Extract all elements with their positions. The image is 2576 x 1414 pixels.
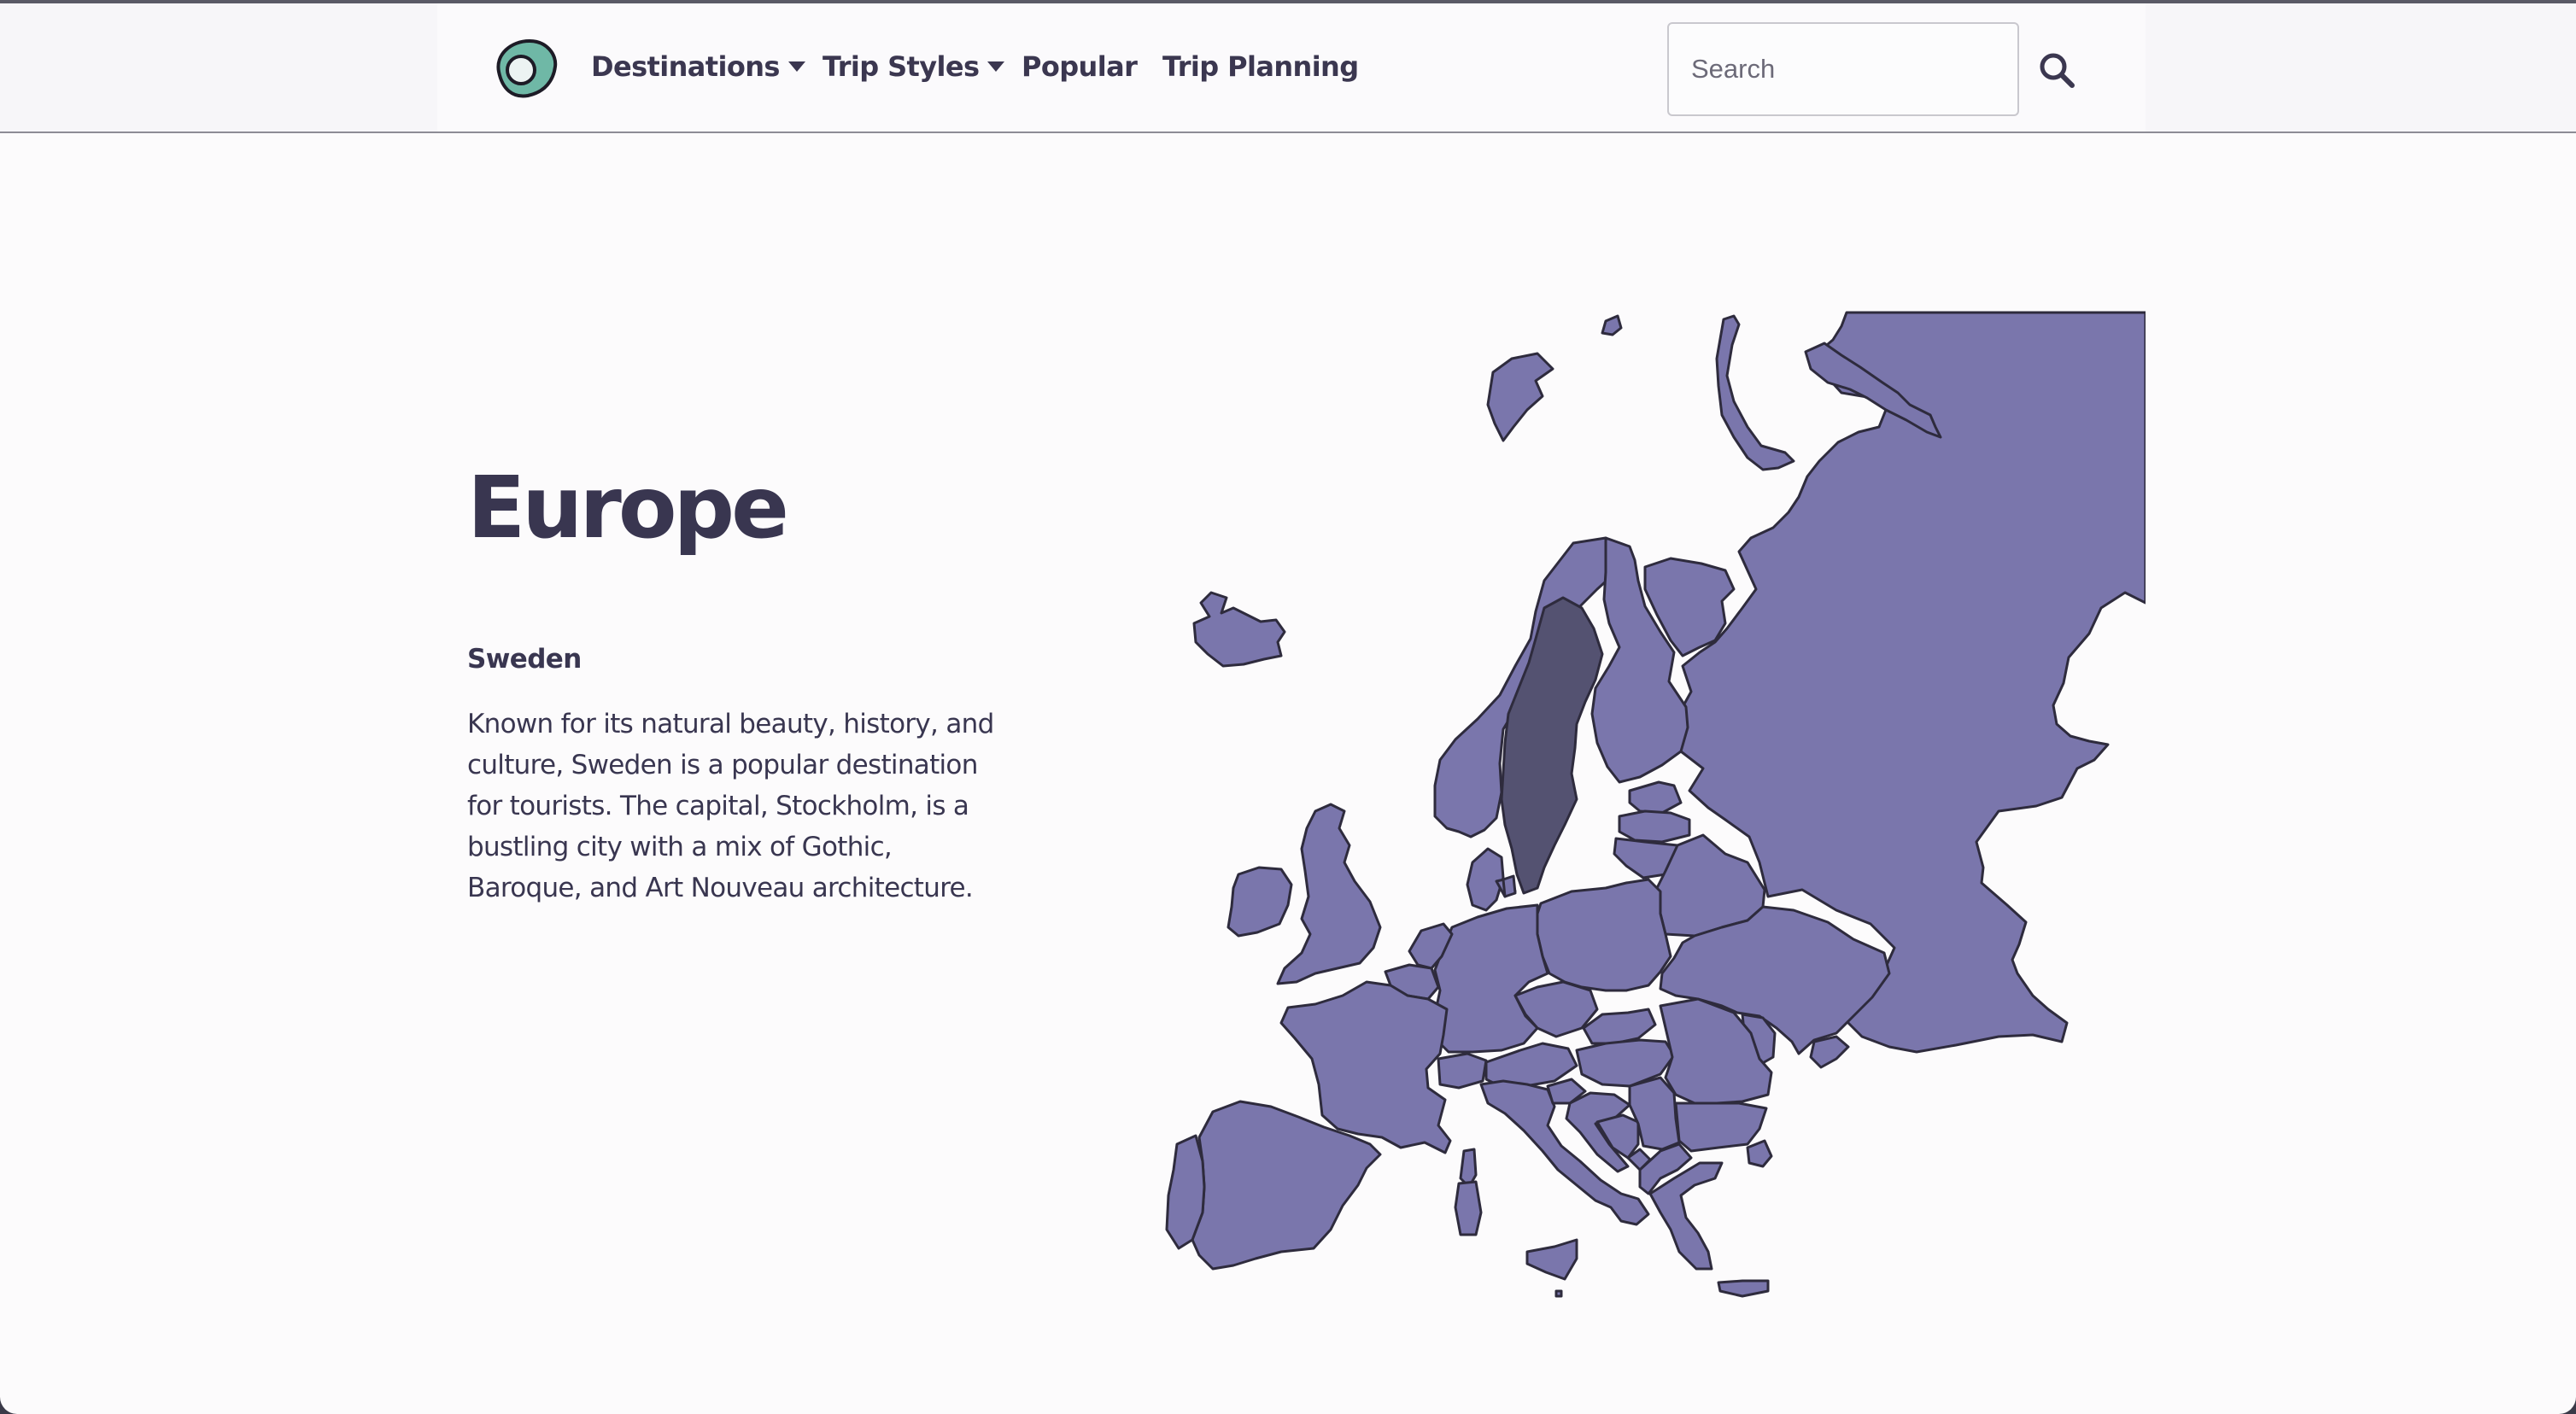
nav-trip-planning[interactable]: Trip Planning [1162, 50, 1359, 84]
map-region-sicily[interactable] [1525, 1238, 1578, 1281]
nav-trip-styles-label: Trip Styles [823, 50, 980, 83]
top-navbar: Destinations Trip Styles Popular Trip Pl… [0, 3, 2576, 133]
nav-destinations[interactable]: Destinations [591, 50, 805, 84]
map-region-ireland[interactable] [1227, 866, 1293, 938]
country-name: Sweden [467, 644, 582, 675]
map-region-great-britain[interactable] [1276, 803, 1382, 985]
map-region-latvia[interactable] [1618, 809, 1691, 844]
browser-viewport: Destinations Trip Styles Popular Trip Pl… [0, 0, 2576, 1414]
nav-popular[interactable]: Popular [1022, 50, 1138, 84]
page-title: Europe [467, 458, 789, 558]
map-region-denmark[interactable] [1466, 847, 1505, 912]
nav-destinations-label: Destinations [591, 50, 780, 83]
search-icon[interactable] [2036, 50, 2077, 91]
map-region-crimea[interactable] [1809, 1035, 1850, 1069]
map-region-sardinia[interactable] [1454, 1180, 1483, 1236]
country-description: Known for its natural beauty, history, a… [467, 709, 994, 903]
map-region-estonia[interactable] [1628, 780, 1683, 815]
map-region-bulgaria[interactable] [1674, 1101, 1768, 1153]
map-region-poland[interactable] [1534, 878, 1672, 992]
europe-map[interactable] [1153, 307, 2146, 1306]
nav-trip-styles[interactable]: Trip Styles [823, 50, 1005, 84]
map-region-switzerland[interactable] [1437, 1052, 1488, 1090]
map-region-malta[interactable] [1554, 1289, 1563, 1298]
chevron-down-icon [987, 61, 1005, 72]
map-region-gotland[interactable] [1502, 874, 1517, 898]
map-region-svalbard[interactable] [1601, 314, 1623, 336]
map-region-sweden[interactable] [1500, 596, 1604, 895]
search-input[interactable] [1667, 22, 2019, 116]
eye-logo-icon[interactable] [492, 38, 559, 99]
map-region-iceland[interactable] [1192, 591, 1286, 668]
map-region-turkey-edge[interactable] [1746, 1139, 1773, 1168]
map-region-germany[interactable] [1433, 903, 1549, 1054]
map-region-crete[interactable] [1717, 1279, 1770, 1298]
map-region-svalbard-2[interactable] [1486, 352, 1554, 442]
chevron-down-icon [787, 61, 805, 72]
map-region-arctic-island[interactable] [1715, 314, 1795, 471]
